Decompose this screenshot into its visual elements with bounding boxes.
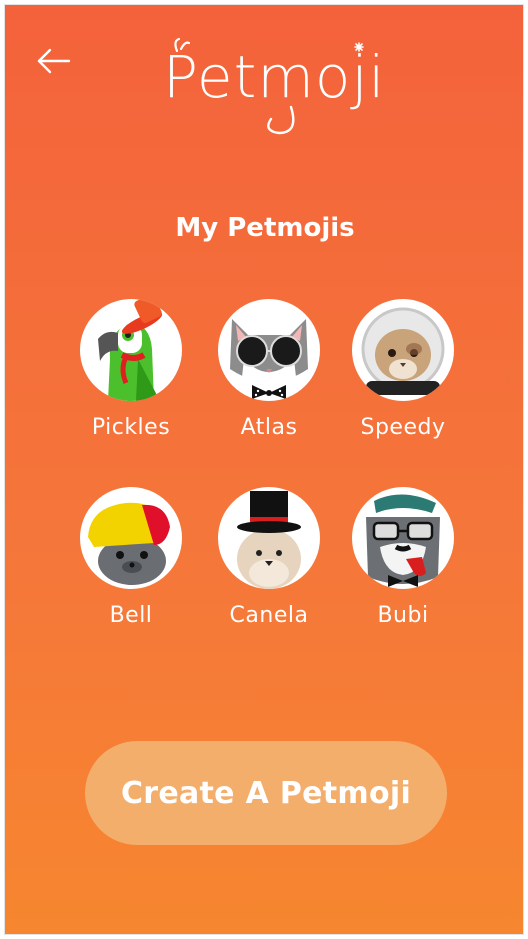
pet-card-pickles[interactable]: Pickles <box>61 299 201 440</box>
pet-card-bubi[interactable]: Bubi <box>333 487 473 628</box>
petmoji-logo: Petmoji <box>163 37 385 143</box>
avatar <box>218 487 320 589</box>
parrot-icon <box>98 299 163 401</box>
avatar <box>80 487 182 589</box>
pet-card-bell[interactable]: Bell <box>61 487 201 628</box>
avatar <box>352 299 454 401</box>
back-button[interactable] <box>35 45 73 77</box>
create-petmoji-button[interactable]: Create A Petmoji <box>85 741 447 845</box>
avatar <box>218 299 320 401</box>
avatar <box>80 299 182 401</box>
cat-icon <box>230 319 308 399</box>
pet-name: Atlas <box>240 415 298 440</box>
pet-name: Canela <box>229 603 309 628</box>
pet-name: Pickles <box>91 415 171 440</box>
hamster-astronaut-icon <box>361 307 445 395</box>
pet-card-atlas[interactable]: Atlas <box>199 299 339 440</box>
seal-icon <box>88 502 170 585</box>
app-screen: Petmoji My Petmojis Pickles Atlas Speedy… <box>4 4 524 935</box>
schnauzer-icon <box>366 494 440 587</box>
pet-card-speedy[interactable]: Speedy <box>333 299 473 440</box>
pet-card-canela[interactable]: Canela <box>199 487 339 628</box>
pet-name: Bell <box>109 603 153 628</box>
section-title: My Petmojis <box>175 213 355 243</box>
dog-top-hat-icon <box>237 491 301 589</box>
arrow-left-icon <box>37 48 71 74</box>
logo-swash <box>174 37 364 135</box>
pet-name: Bubi <box>377 603 429 628</box>
avatar <box>352 487 454 589</box>
pet-name: Speedy <box>360 415 446 440</box>
